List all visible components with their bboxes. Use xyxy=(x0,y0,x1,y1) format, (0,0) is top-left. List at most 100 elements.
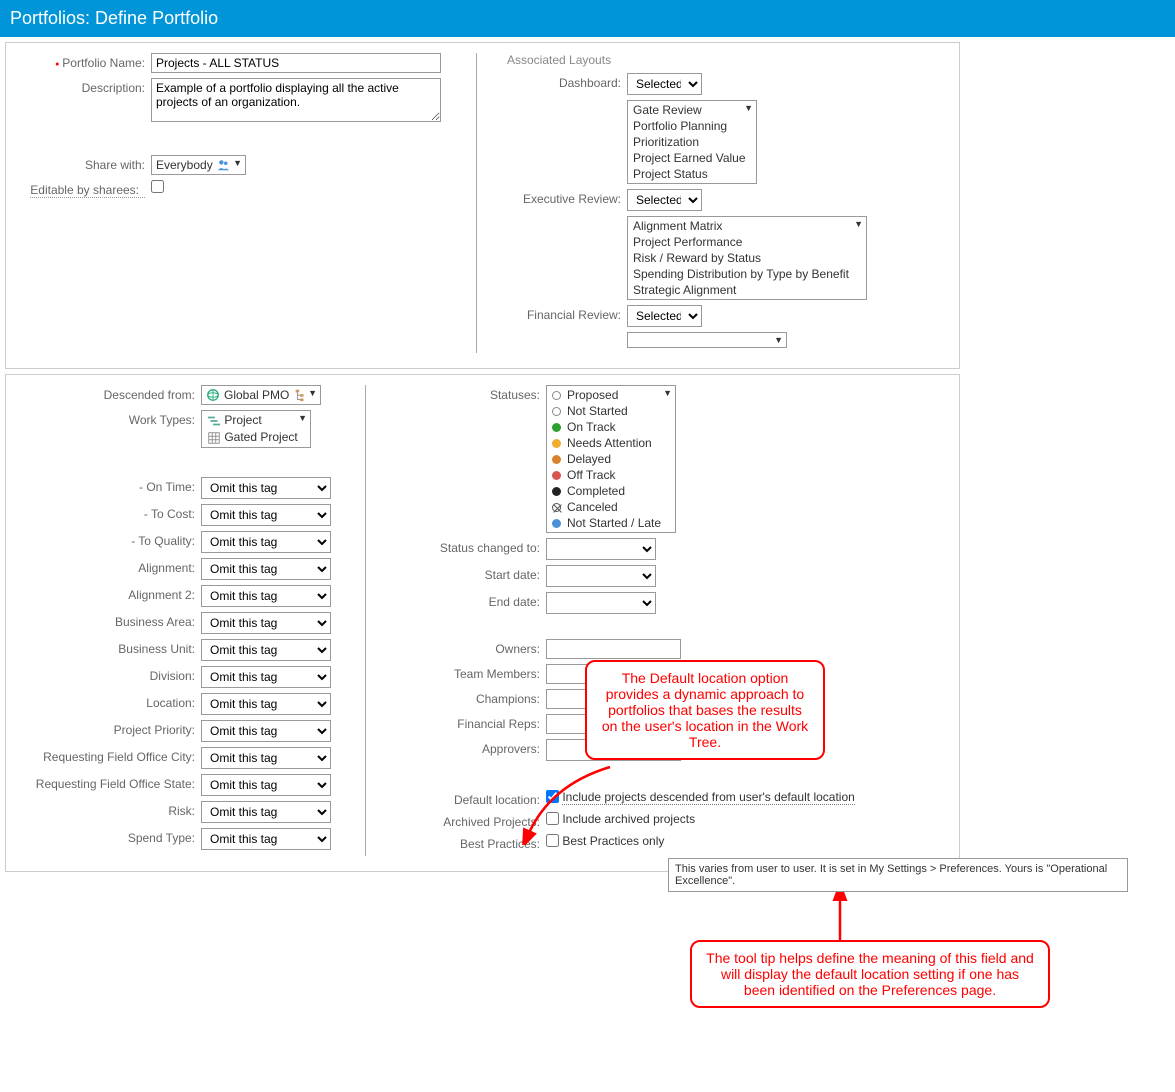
tag-select[interactable]: Omit this tag xyxy=(201,477,331,499)
status-name: Delayed xyxy=(567,452,611,466)
tag-select[interactable]: Omit this tag xyxy=(201,585,331,607)
chevron-down-icon: ▼ xyxy=(744,103,753,113)
executive-review-listbox[interactable]: ▼ Alignment Matrix Project Performance R… xyxy=(627,216,867,300)
tag-label: Alignment 2: xyxy=(16,585,201,602)
status-dot-icon xyxy=(552,471,561,480)
chevron-down-icon: ▼ xyxy=(298,413,307,423)
status-name: Canceled xyxy=(567,500,618,514)
status-changed-label: Status changed to: xyxy=(396,538,546,555)
status-changed-select[interactable] xyxy=(546,538,656,560)
associated-layouts-title: Associated Layouts xyxy=(507,53,949,67)
editable-by-sharees-checkbox[interactable] xyxy=(151,180,164,193)
tag-select[interactable]: Omit this tag xyxy=(201,504,331,526)
tag-select[interactable]: Omit this tag xyxy=(201,828,331,850)
tag-label: - To Quality: xyxy=(16,531,201,548)
default-location-checkbox[interactable] xyxy=(546,790,559,803)
statuses-label: Statuses: xyxy=(396,385,546,402)
tag-select[interactable]: Omit this tag xyxy=(201,774,331,796)
descended-from-value: Global PMO xyxy=(224,388,289,402)
list-item[interactable]: Project Performance xyxy=(629,234,865,250)
dashboard-select[interactable]: Selected xyxy=(627,73,702,95)
callout-tooltip-explain: The tool tip helps define the meaning of… xyxy=(690,940,1050,1008)
status-dot-icon xyxy=(552,439,561,448)
description-textarea[interactable]: Example of a portfolio displaying all th… xyxy=(151,78,441,122)
approvers-label: Approvers: xyxy=(396,739,546,756)
archived-projects-checkbox[interactable] xyxy=(546,812,559,825)
editable-by-sharees-label: Editable by sharees: xyxy=(30,180,145,198)
tag-select[interactable]: Omit this tag xyxy=(201,666,331,688)
status-dot-icon xyxy=(552,487,561,496)
list-item[interactable]: Gate Review xyxy=(629,102,755,118)
tag-select[interactable]: Omit this tag xyxy=(201,558,331,580)
tag-select[interactable]: Omit this tag xyxy=(201,801,331,823)
dashboard-listbox[interactable]: ▼ Gate Review Portfolio Planning Priorit… xyxy=(627,100,757,184)
best-practices-checkbox[interactable] xyxy=(546,834,559,847)
callout-default-location: The Default location option provides a d… xyxy=(585,660,825,760)
list-item[interactable]: Portfolio Planning xyxy=(629,118,755,134)
list-item[interactable]: Strategic Alignment xyxy=(629,282,865,298)
chevron-down-icon: ▼ xyxy=(854,219,863,229)
tag-label: - To Cost: xyxy=(16,504,201,521)
share-with-label: Share with: xyxy=(16,155,151,172)
grid-icon xyxy=(207,431,221,445)
status-dot-icon xyxy=(552,423,561,432)
list-item[interactable]: Spending Distribution by Type by Benefit xyxy=(629,266,865,282)
list-item[interactable]: Prioritization xyxy=(629,134,755,150)
descended-from-label: Descended from: xyxy=(16,385,201,402)
executive-review-select[interactable]: Selected xyxy=(627,189,702,211)
status-item[interactable]: Canceled xyxy=(548,499,674,515)
share-with-dropdown[interactable]: Everybody ▼ xyxy=(151,155,246,175)
champions-label: Champions: xyxy=(396,689,546,706)
tooltip-default-location: This varies from user to user. It is set… xyxy=(668,858,1128,892)
list-item[interactable]: Alignment Matrix xyxy=(629,218,865,234)
status-item[interactable]: Needs Attention xyxy=(548,435,674,451)
archived-projects-label: Archived Projects: xyxy=(396,812,546,829)
work-types-listbox[interactable]: ▼ Project Gated Project xyxy=(201,410,311,448)
list-item[interactable]: Project Status xyxy=(629,166,755,182)
chevron-down-icon: ▼ xyxy=(663,388,672,398)
financial-review-listbox[interactable]: ▼ xyxy=(627,332,787,348)
descended-from-dropdown[interactable]: Global PMO ▼ xyxy=(201,385,321,405)
tag-label: Alignment: xyxy=(16,558,201,575)
tag-select[interactable]: Omit this tag xyxy=(201,747,331,769)
owners-input[interactable] xyxy=(546,639,681,659)
status-dot-icon xyxy=(552,503,561,512)
tag-label: Location: xyxy=(16,693,201,710)
end-date-label: End date: xyxy=(396,592,546,609)
status-item[interactable]: Completed xyxy=(548,483,674,499)
tag-select[interactable]: Omit this tag xyxy=(201,720,331,742)
work-types-label: Work Types: xyxy=(16,410,201,427)
status-item[interactable]: Not Started / Late xyxy=(548,515,674,531)
status-item[interactable]: Delayed xyxy=(548,451,674,467)
financial-review-select[interactable]: Selected xyxy=(627,305,702,327)
status-dot-icon xyxy=(552,455,561,464)
portfolio-name-input[interactable] xyxy=(151,53,441,73)
list-item[interactable]: Project xyxy=(203,412,309,429)
status-name: On Track xyxy=(567,420,616,434)
tag-label: Risk: xyxy=(16,801,201,818)
status-item[interactable]: Not Started xyxy=(548,403,674,419)
statuses-listbox[interactable]: ▼ Proposed Not Started On Track Needs Atten… xyxy=(546,385,676,533)
executive-review-label: Executive Review: xyxy=(507,189,627,206)
status-name: Proposed xyxy=(567,388,618,402)
end-date-select[interactable] xyxy=(546,592,656,614)
tag-label: Requesting Field Office City: xyxy=(16,747,201,764)
tag-select[interactable]: Omit this tag xyxy=(201,612,331,634)
tag-select[interactable]: Omit this tag xyxy=(201,531,331,553)
list-item[interactable]: Gated Project xyxy=(203,429,309,446)
status-item[interactable]: On Track xyxy=(548,419,674,435)
list-item[interactable]: Project Earned Value xyxy=(629,150,755,166)
tag-select[interactable]: Omit this tag xyxy=(201,693,331,715)
status-item[interactable]: Off Track xyxy=(548,467,674,483)
status-item[interactable]: Proposed xyxy=(548,387,674,403)
share-with-value: Everybody xyxy=(156,158,213,172)
tag-label: Business Area: xyxy=(16,612,201,629)
list-item[interactable]: Risk / Reward by Status xyxy=(629,250,865,266)
gantt-icon xyxy=(207,414,221,428)
status-name: Not Started xyxy=(567,404,628,418)
status-name: Needs Attention xyxy=(567,436,652,450)
status-dot-icon xyxy=(552,391,561,400)
start-date-select[interactable] xyxy=(546,565,656,587)
financial-reps-label: Financial Reps: xyxy=(396,714,546,731)
tag-select[interactable]: Omit this tag xyxy=(201,639,331,661)
